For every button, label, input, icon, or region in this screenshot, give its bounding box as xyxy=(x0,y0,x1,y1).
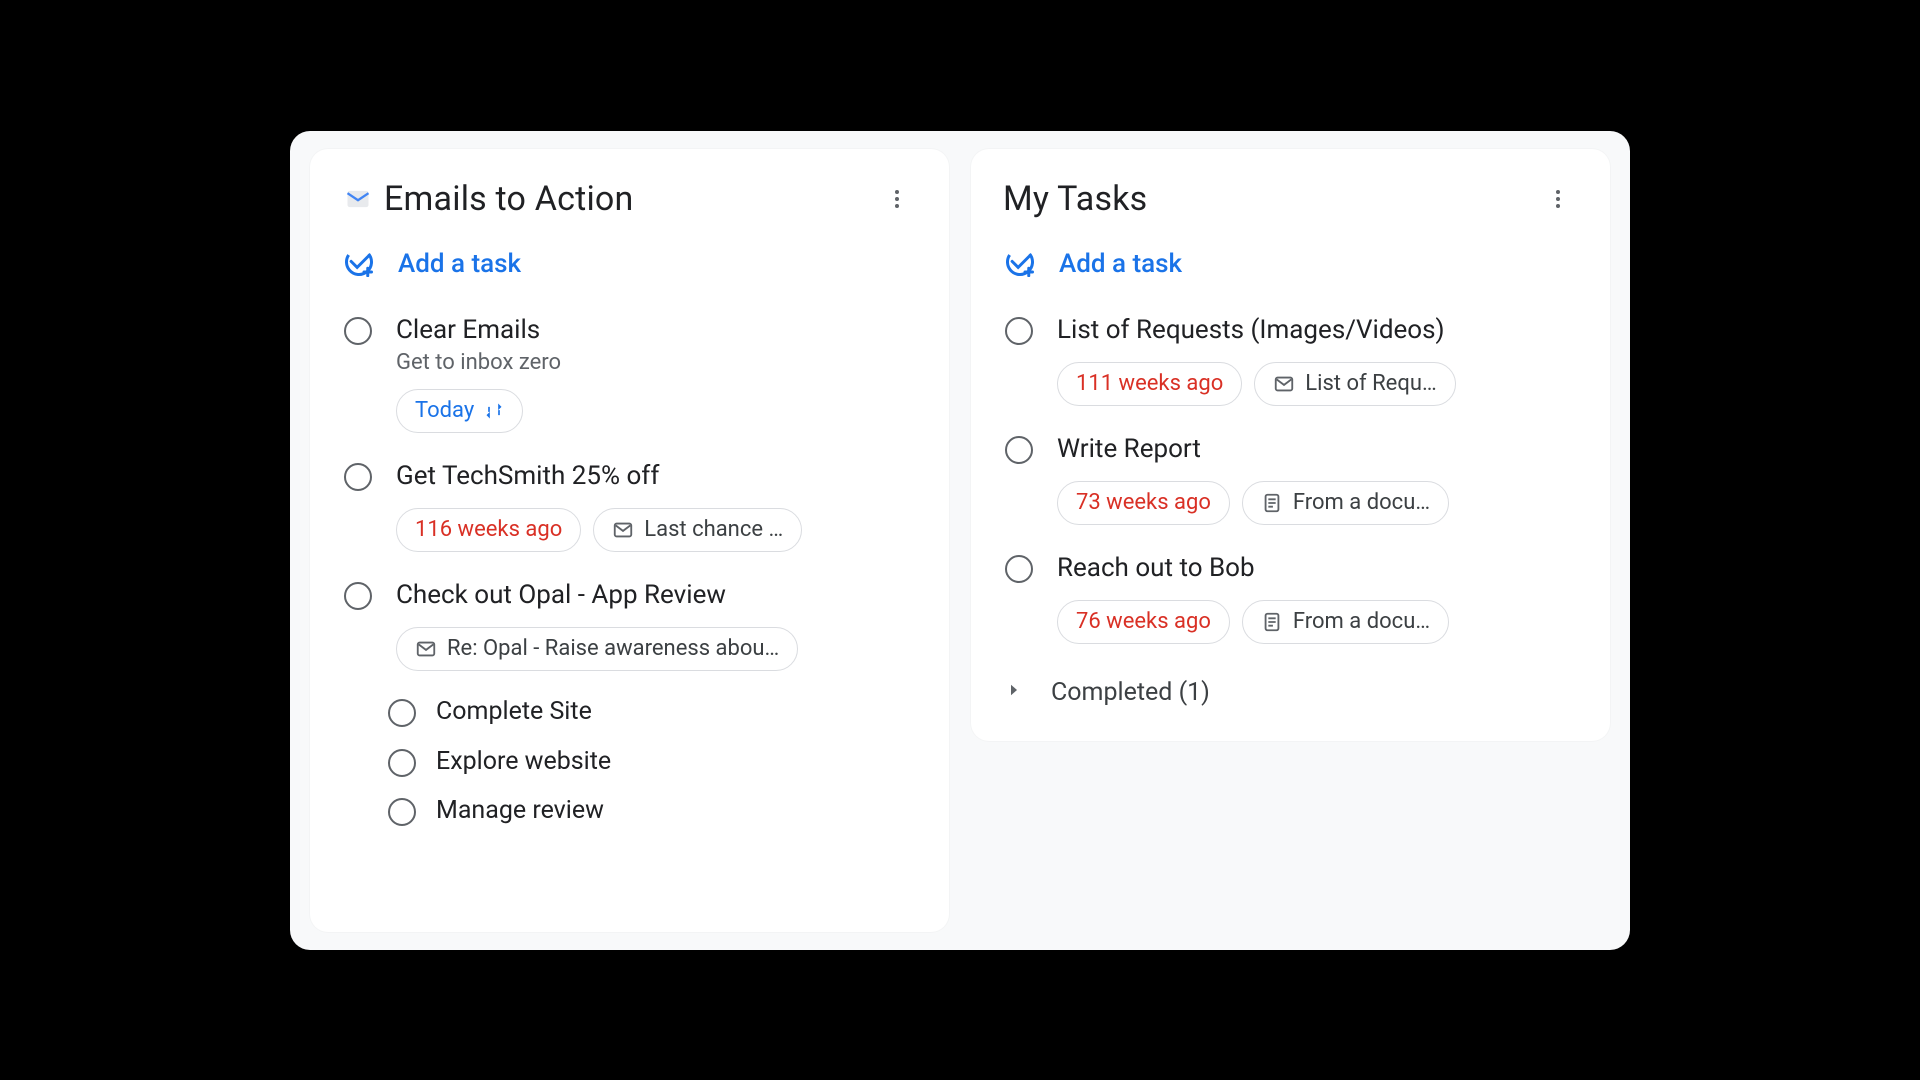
task-complete-checkbox[interactable] xyxy=(388,699,416,727)
repeat-icon xyxy=(484,401,504,421)
completed-label: Completed (1) xyxy=(1051,678,1210,707)
chip-text: Re: Opal - Raise awareness abou… xyxy=(447,636,779,661)
add-task-button[interactable]: Add a task xyxy=(338,239,921,303)
completed-section-toggle[interactable]: Completed (1) xyxy=(999,660,1582,713)
list-more-button[interactable] xyxy=(877,179,917,219)
doc-icon xyxy=(1261,611,1283,633)
chip-text: From a docu… xyxy=(1293,490,1430,515)
task-date-chip[interactable]: 73 weeks ago xyxy=(1057,481,1230,525)
list-title: My Tasks xyxy=(1003,179,1147,219)
task-title: Clear Emails xyxy=(396,313,915,348)
more-vert-icon xyxy=(1546,187,1570,211)
task-list-emails: Emails to Action Add a task xyxy=(310,149,949,932)
list-title-wrap: Emails to Action xyxy=(342,179,634,219)
mail-icon xyxy=(612,519,634,541)
task-title: Check out Opal - App Review xyxy=(396,578,915,613)
chip-text: List of Requ… xyxy=(1305,371,1436,396)
chip-text: 73 weeks ago xyxy=(1076,490,1211,515)
chip-text: From a docu… xyxy=(1293,609,1430,634)
task-link-chip[interactable]: From a docu… xyxy=(1242,600,1449,644)
task-date-chip[interactable]: 116 weeks ago xyxy=(396,508,581,552)
task-item[interactable]: List of Requests (Images/Videos) 111 wee… xyxy=(999,303,1582,422)
task-complete-checkbox[interactable] xyxy=(1005,317,1033,345)
add-task-label: Add a task xyxy=(1059,249,1182,279)
add-task-button[interactable]: Add a task xyxy=(999,239,1582,303)
task-link-chip[interactable]: Last chance … xyxy=(593,508,802,552)
task-list-mytasks: My Tasks Add a task xyxy=(971,149,1610,741)
task-title: Get TechSmith 25% off xyxy=(396,459,915,494)
chip-text: Last chance … xyxy=(644,517,783,542)
task-body: Clear Emails Get to inbox zero Today xyxy=(396,313,915,433)
task-complete-checkbox[interactable] xyxy=(344,582,372,610)
add-task-icon xyxy=(1005,247,1035,281)
list-more-button[interactable] xyxy=(1538,179,1578,219)
task-date-chip[interactable]: Today xyxy=(396,389,523,433)
chevron-right-icon xyxy=(1005,681,1023,703)
task-complete-checkbox[interactable] xyxy=(344,463,372,491)
task-title: Manage review xyxy=(436,794,921,828)
task-complete-checkbox[interactable] xyxy=(1005,436,1033,464)
list-emoji-icon xyxy=(342,183,374,215)
task-body: Get TechSmith 25% off 116 weeks ago Last… xyxy=(396,459,915,552)
task-title: Write Report xyxy=(1057,432,1576,467)
task-item[interactable]: Check out Opal - App Review Re: Opal - R… xyxy=(338,568,921,687)
task-link-chip[interactable]: Re: Opal - Raise awareness abou… xyxy=(396,627,798,671)
chip-text: 116 weeks ago xyxy=(415,517,562,542)
task-complete-checkbox[interactable] xyxy=(388,798,416,826)
task-date-chip[interactable]: 111 weeks ago xyxy=(1057,362,1242,406)
add-task-label: Add a task xyxy=(398,249,521,279)
tasks-panel: Emails to Action Add a task xyxy=(290,131,1630,950)
task-link-chip[interactable]: List of Requ… xyxy=(1254,362,1455,406)
task-body: Check out Opal - App Review Re: Opal - R… xyxy=(396,578,915,671)
task-item[interactable]: Explore website xyxy=(388,737,921,787)
task-complete-checkbox[interactable] xyxy=(388,749,416,777)
task-link-chip[interactable]: From a docu… xyxy=(1242,481,1449,525)
task-date-chip[interactable]: 76 weeks ago xyxy=(1057,600,1230,644)
mail-icon xyxy=(415,638,437,660)
task-title: Reach out to Bob xyxy=(1057,551,1576,586)
doc-icon xyxy=(1261,492,1283,514)
chip-text: 111 weeks ago xyxy=(1076,371,1223,396)
task-subtitle: Get to inbox zero xyxy=(396,350,915,375)
task-title: Explore website xyxy=(436,745,921,779)
task-title: Complete Site xyxy=(436,695,921,729)
task-item[interactable]: Clear Emails Get to inbox zero Today xyxy=(338,303,921,449)
subtask-list: Complete Site Explore website Manage rev… xyxy=(388,687,921,836)
chip-text: Today xyxy=(415,398,474,423)
task-body: List of Requests (Images/Videos) 111 wee… xyxy=(1057,313,1576,406)
list-header: Emails to Action xyxy=(338,173,921,239)
task-item[interactable]: Get TechSmith 25% off 116 weeks ago Last… xyxy=(338,449,921,568)
chip-text: 76 weeks ago xyxy=(1076,609,1211,634)
task-item[interactable]: Complete Site xyxy=(388,687,921,737)
list-header: My Tasks xyxy=(999,173,1582,239)
task-body: Reach out to Bob 76 weeks ago From a doc… xyxy=(1057,551,1576,644)
task-title: List of Requests (Images/Videos) xyxy=(1057,313,1576,348)
task-item[interactable]: Manage review xyxy=(388,786,921,836)
more-vert-icon xyxy=(885,187,909,211)
add-task-icon xyxy=(344,247,374,281)
list-title: Emails to Action xyxy=(384,179,634,219)
mail-icon xyxy=(1273,373,1295,395)
task-body: Write Report 73 weeks ago From a docu… xyxy=(1057,432,1576,525)
task-complete-checkbox[interactable] xyxy=(344,317,372,345)
task-complete-checkbox[interactable] xyxy=(1005,555,1033,583)
task-item[interactable]: Reach out to Bob 76 weeks ago From a doc… xyxy=(999,541,1582,660)
task-item[interactable]: Write Report 73 weeks ago From a docu… xyxy=(999,422,1582,541)
list-title-wrap: My Tasks xyxy=(1003,179,1147,219)
